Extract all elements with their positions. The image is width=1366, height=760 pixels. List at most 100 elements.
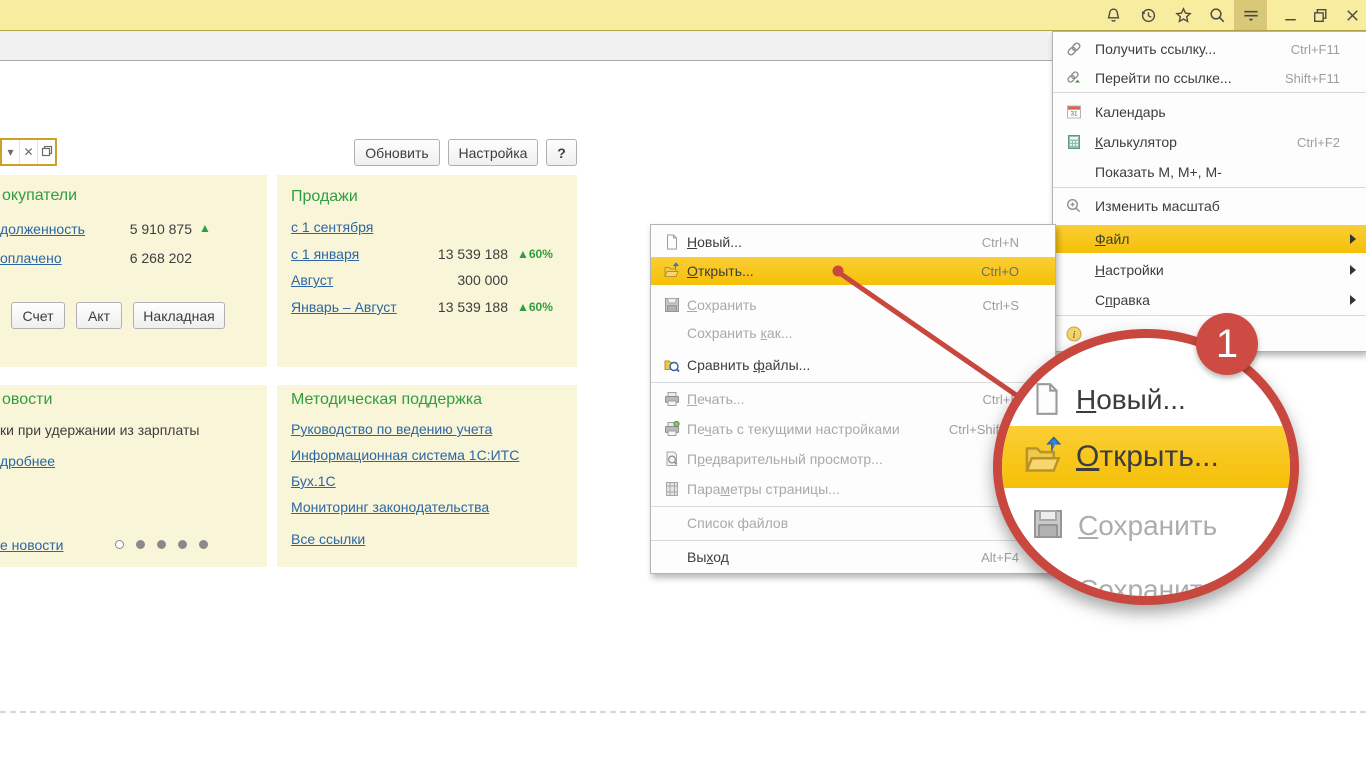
- all-links-link[interactable]: Все ссылки: [291, 531, 365, 547]
- menu-item-change-zoom[interactable]: Изменить масштаб: [1053, 191, 1366, 221]
- main-menu-icon: [1241, 5, 1261, 25]
- news-headline: ки при удержании из зарплаты: [0, 422, 199, 438]
- since-september-link[interactable]: с 1 сентября: [291, 219, 373, 235]
- since-january-link[interactable]: с 1 января: [291, 246, 359, 262]
- history-button[interactable]: [1132, 0, 1165, 30]
- news-panel-title: овости: [2, 391, 52, 409]
- callout-item-new: Новый...: [1002, 376, 1290, 424]
- help-button[interactable]: ?: [546, 139, 577, 166]
- open-in-window-button[interactable]: [38, 140, 55, 164]
- pager-dot[interactable]: [178, 540, 187, 549]
- its-system-link[interactable]: Информационная система 1С:ИТС: [291, 447, 519, 463]
- accounting-guide-link[interactable]: Руководство по ведению учета: [291, 421, 492, 437]
- menu-item-get-link[interactable]: Получить ссылку... Ctrl+F11: [1053, 34, 1366, 64]
- paid-link[interactable]: оплачено: [0, 250, 62, 266]
- main-menu-popup: Получить ссылку... Ctrl+F11 Перейти по с…: [1052, 31, 1366, 352]
- news-pager: [115, 540, 208, 549]
- menu-item-show-m[interactable]: Показать М, М+, М-: [1053, 157, 1366, 187]
- menu-item-file-list[interactable]: Список файлов: [651, 509, 1055, 537]
- since-january-value: 13 539 188: [408, 246, 508, 262]
- menu-item-exit[interactable]: Выход Alt+F4: [651, 543, 1055, 571]
- invoice-button[interactable]: Счет: [11, 302, 65, 329]
- close-icon: ✕: [23, 145, 33, 159]
- up-triangle-icon: ▲: [199, 221, 211, 235]
- menu-item-calculator[interactable]: Калькулятор Ctrl+F2: [1053, 127, 1366, 157]
- close-button[interactable]: [1336, 0, 1366, 30]
- form-mini-toolbar: ▾ ✕: [0, 138, 57, 166]
- dropdown-button[interactable]: ▾: [2, 140, 20, 164]
- callout-item-save: Сохранить: [1002, 500, 1290, 552]
- menu-item-help[interactable]: Справка: [1053, 285, 1366, 315]
- minimize-button[interactable]: [1274, 0, 1307, 30]
- support-panel-title: Методическая поддержка: [291, 391, 482, 409]
- preview-icon: [663, 450, 681, 468]
- favorites-button[interactable]: [1167, 0, 1200, 30]
- support-panel: Методическая поддержка Руководство по ве…: [277, 385, 577, 567]
- january-august-delta: ▲60%: [517, 300, 553, 314]
- close-form-button[interactable]: ✕: [20, 140, 38, 164]
- waybill-button[interactable]: Накладная: [133, 302, 225, 329]
- pager-dot-active[interactable]: [115, 540, 124, 549]
- star-icon: [1174, 6, 1193, 25]
- title-bar: [0, 0, 1366, 31]
- menu-item-save-as[interactable]: Сохранить как...: [651, 319, 1055, 347]
- save-icon: [1030, 506, 1066, 547]
- new-file-icon: [663, 233, 681, 251]
- compare-icon: [663, 356, 681, 374]
- refresh-button[interactable]: Обновить: [354, 139, 440, 166]
- customers-panel-title: окупатели: [2, 187, 77, 205]
- news-more-link[interactable]: дробнее: [0, 453, 55, 469]
- paid-value: 6 268 202: [110, 250, 192, 266]
- menu-item-file[interactable]: Файл: [1053, 225, 1366, 253]
- all-news-link[interactable]: е новости: [0, 537, 64, 553]
- calculator-icon: [1065, 133, 1083, 151]
- open-folder-icon: [1022, 435, 1066, 484]
- menu-item-print-current[interactable]: Печать с текущими настройками Ctrl+Shift…: [651, 415, 1055, 443]
- goto-link-icon: [1065, 69, 1083, 87]
- menu-separator: [1053, 187, 1366, 188]
- menu-item-compare-files[interactable]: Сравнить файлы...: [651, 351, 1055, 379]
- pager-dot[interactable]: [157, 540, 166, 549]
- law-monitoring-link[interactable]: Мониторинг законодательства: [291, 499, 489, 515]
- bell-icon: [1104, 6, 1123, 25]
- zoom-icon: [1065, 197, 1083, 215]
- menu-item-goto-link[interactable]: Перейти по ссылке... Shift+F11: [1053, 63, 1366, 93]
- debt-value: 5 910 875: [110, 221, 192, 237]
- app-window: ▾ ✕ Обновить Настройка ? окупатели долже…: [0, 0, 1366, 760]
- link-icon: [1065, 40, 1083, 58]
- menu-separator: [651, 540, 1055, 541]
- menu-item-save[interactable]: Сохранить Ctrl+S: [651, 291, 1055, 319]
- menu-item-print[interactable]: Печать... Ctrl+P: [651, 385, 1055, 413]
- menu-item-calendar[interactable]: 31 Календарь: [1053, 97, 1366, 127]
- notifications-button[interactable]: [1097, 0, 1130, 30]
- restore-icon: [1311, 6, 1330, 25]
- global-search-button[interactable]: [1201, 0, 1234, 30]
- file-submenu-popup: Новый... Ctrl+N Открыть... Ctrl+O Сохран…: [650, 224, 1056, 574]
- customers-panel: окупатели долженность 5 910 875 ▲ оплаче…: [0, 175, 267, 367]
- since-january-delta: ▲60%: [517, 247, 553, 261]
- svg-text:i: i: [1073, 330, 1076, 341]
- submenu-arrow-icon: [1350, 295, 1356, 305]
- debt-link[interactable]: долженность: [0, 221, 85, 237]
- menu-item-new[interactable]: Новый... Ctrl+N: [651, 228, 1055, 256]
- buh1c-link[interactable]: Бух.1С: [291, 473, 336, 489]
- divider: [0, 711, 1366, 713]
- january-august-value: 13 539 188: [408, 299, 508, 315]
- menu-separator: [651, 382, 1055, 383]
- menu-item-open[interactable]: Открыть... Ctrl+O: [651, 257, 1055, 285]
- main-menu-button[interactable]: [1234, 0, 1267, 30]
- january-august-link[interactable]: Январь – Август: [291, 299, 397, 315]
- act-button[interactable]: Акт: [76, 302, 122, 329]
- pager-dot[interactable]: [136, 540, 145, 549]
- chevron-down-icon: ▾: [7, 145, 13, 159]
- restore-button[interactable]: [1304, 0, 1337, 30]
- save-icon: [663, 296, 681, 314]
- print-icon: [663, 390, 681, 408]
- august-link[interactable]: Август: [291, 272, 333, 288]
- callout-item-open: Открыть...: [1002, 426, 1290, 488]
- news-panel: овости ки при удержании из зарплаты дроб…: [0, 385, 267, 567]
- menu-item-settings[interactable]: Настройки: [1053, 255, 1366, 285]
- settings-button[interactable]: Настройка: [448, 139, 538, 166]
- search-icon: [1208, 6, 1227, 25]
- pager-dot[interactable]: [199, 540, 208, 549]
